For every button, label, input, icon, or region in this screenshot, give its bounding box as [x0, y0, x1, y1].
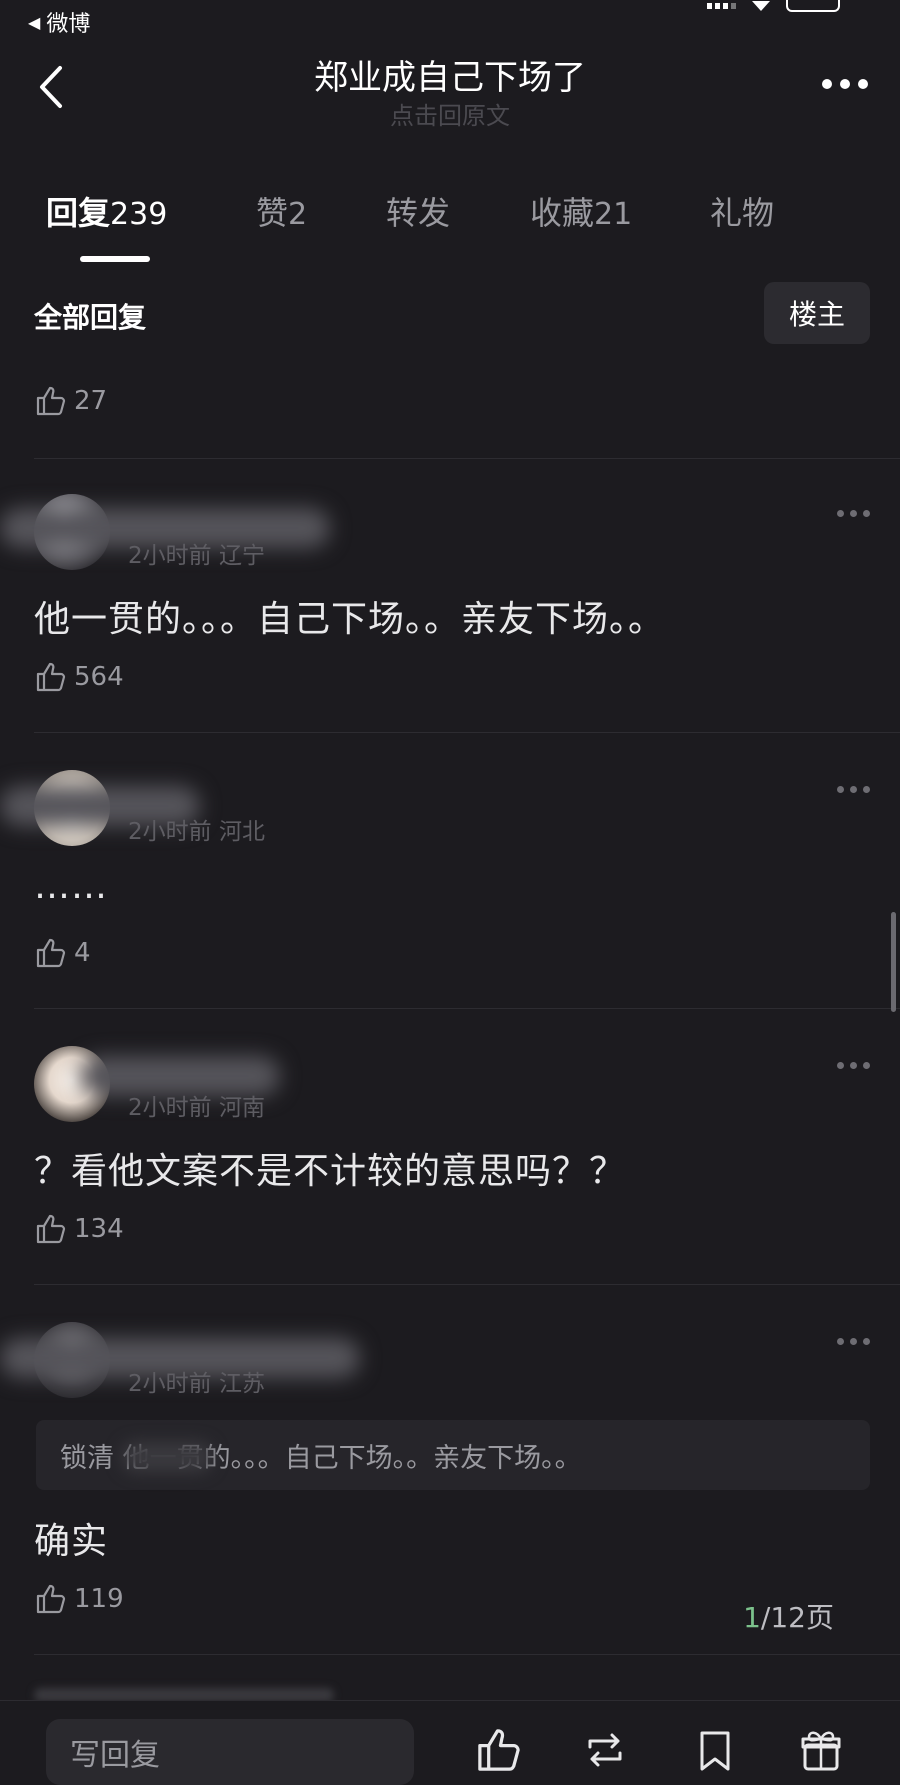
- scrollbar[interactable]: [891, 912, 896, 1012]
- comment-text: ……: [34, 866, 108, 907]
- divider: [34, 732, 900, 733]
- tab-gifts[interactable]: 礼物: [710, 188, 774, 234]
- like-button[interactable]: 27: [34, 384, 107, 418]
- like-count: 564: [74, 662, 124, 692]
- tab-reposts[interactable]: 转发: [386, 188, 450, 234]
- comment-more-icon[interactable]: [837, 786, 870, 793]
- wifi-icon: [752, 1, 770, 11]
- like-count: 4: [74, 938, 91, 968]
- comment-meta: 2小时前 辽宁: [128, 543, 265, 569]
- tab-likes[interactable]: 赞2: [256, 188, 307, 234]
- like-button[interactable]: 134: [34, 1212, 124, 1246]
- triangle-left-icon: ◀: [28, 12, 41, 32]
- divider: [34, 1284, 900, 1285]
- bottom-action-bar: 写回复: [0, 1700, 900, 1785]
- comment-text: ？看他文案不是不计较的意思吗？？: [34, 1151, 627, 1192]
- quote-redaction: [122, 1442, 212, 1472]
- like-count: 119: [74, 1584, 124, 1614]
- thumbs-up-icon: [36, 938, 66, 968]
- page-indicator[interactable]: 1/12页: [743, 1596, 834, 1636]
- back-to-original-link[interactable]: 点击回原文: [0, 96, 900, 131]
- quoted-comment[interactable]: 锁清 他一贯的。。。自己下场。。亲友下场。。: [36, 1420, 870, 1490]
- divider: [34, 1654, 900, 1655]
- thumbs-up-icon[interactable]: [474, 1725, 524, 1775]
- divider: [34, 458, 900, 459]
- owner-filter-button[interactable]: 楼主: [764, 282, 870, 344]
- active-tab-indicator: [80, 256, 150, 262]
- comment-meta: 2小时前 江苏: [128, 1371, 265, 1397]
- tab-replies[interactable]: 回复239: [46, 188, 167, 234]
- write-reply-input[interactable]: 写回复: [46, 1719, 414, 1785]
- thumbs-up-icon: [36, 1584, 66, 1614]
- more-icon[interactable]: [822, 74, 872, 94]
- tab-favorites[interactable]: 收藏21: [530, 188, 632, 234]
- divider: [34, 1008, 900, 1009]
- thumbs-up-icon: [36, 662, 66, 692]
- status-bar: ◀ 微博: [0, 0, 900, 38]
- page-title: 郑业成自己下场了: [314, 58, 586, 98]
- status-indicators: [707, 0, 840, 12]
- like-button[interactable]: 119: [34, 1582, 124, 1616]
- thumbs-up-icon: [36, 1214, 66, 1244]
- comment-more-icon[interactable]: [837, 1338, 870, 1345]
- comment-meta: 2小时前 河北: [128, 819, 265, 845]
- thumbs-up-icon: [36, 386, 66, 416]
- comment-text: 确实: [34, 1521, 109, 1562]
- like-count: 134: [74, 1214, 124, 1244]
- comment-more-icon[interactable]: [837, 1062, 870, 1069]
- comment-more-icon[interactable]: [837, 510, 870, 517]
- tab-bar: 回复239 赞2 转发 收藏21 礼物: [0, 188, 900, 268]
- back-to-app[interactable]: ◀ 微博: [28, 6, 90, 38]
- nav-bar: 郑业成自己下场了 点击回原文: [0, 44, 900, 134]
- like-button[interactable]: 564: [34, 660, 124, 694]
- comment-meta: 2小时前 河南: [128, 1095, 265, 1121]
- gift-icon[interactable]: [796, 1725, 846, 1775]
- section-title: 全部回复: [34, 301, 147, 334]
- bookmark-icon[interactable]: [690, 1725, 740, 1775]
- comment-text: 他一贯的。。。自己下场。。亲友下场。。: [34, 599, 666, 640]
- repost-icon[interactable]: [580, 1725, 630, 1775]
- battery-icon: [786, 0, 840, 12]
- back-app-label: 微博: [46, 12, 91, 37]
- like-button[interactable]: 4: [34, 936, 91, 970]
- like-count: 27: [74, 386, 108, 416]
- signal-icon: [707, 3, 736, 9]
